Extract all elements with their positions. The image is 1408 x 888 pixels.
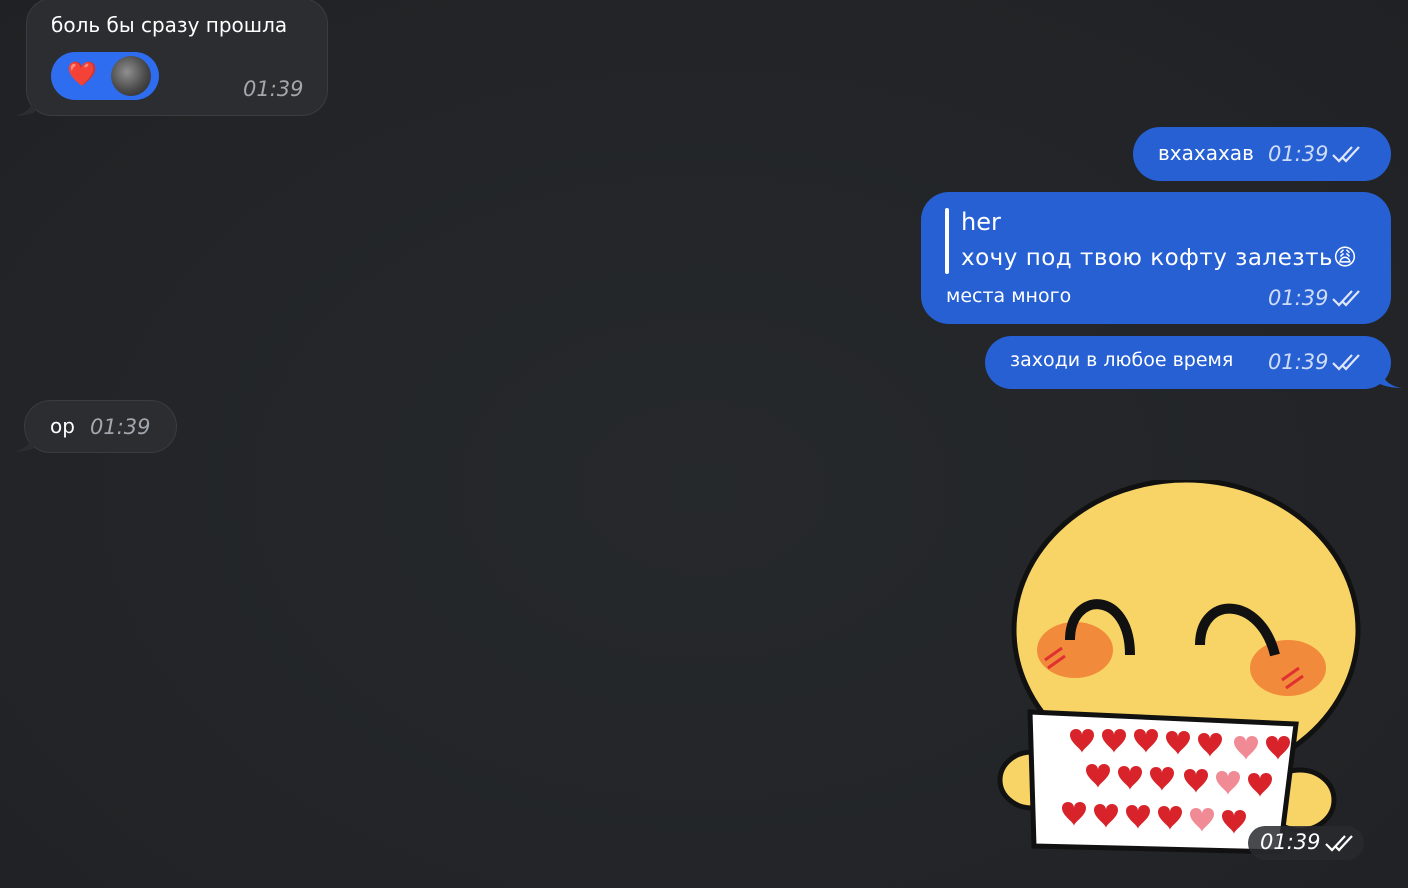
double-check-icon [1332, 290, 1360, 307]
quote-author: her [961, 208, 1001, 236]
message-text: боль бы сразу прошла [51, 13, 288, 37]
heart-reaction-icon: ❤️ [67, 60, 97, 88]
bubble-tail [13, 96, 35, 116]
double-check-icon [1332, 146, 1360, 163]
chat-area: боль бы сразу прошла ❤️ 01:39 вхахахав 0… [0, 0, 1408, 888]
message-text: ор [50, 414, 75, 438]
double-check-icon [1332, 354, 1360, 371]
message-time: 01:39 [1268, 286, 1329, 310]
incoming-message[interactable]: боль бы сразу прошла ❤️ 01:39 [26, 0, 328, 116]
double-check-icon [1325, 835, 1353, 852]
message-text: вхахахав [1158, 141, 1254, 165]
message-time: 01:39 [1268, 142, 1329, 166]
bubble-tail [1380, 368, 1402, 388]
quote-text: хочу под твою кофту залезть😩 [961, 245, 1358, 271]
outgoing-message[interactable]: заходи в любое время 01:39 [985, 336, 1391, 389]
smiley-holding-hearts-sign-sticker-icon [997, 477, 1361, 855]
message-time: 01:39 [90, 415, 151, 439]
reactor-avatar[interactable] [111, 56, 151, 96]
message-time: 01:39 [243, 77, 304, 101]
message-time: 01:39 [1260, 830, 1321, 854]
message-text: места много [946, 285, 1072, 307]
sticker-time-badge: 01:39 [1248, 826, 1364, 860]
outgoing-reply-message[interactable]: her хочу под твою кофту залезть😩 места м… [921, 192, 1391, 324]
message-text: заходи в любое время [1010, 349, 1234, 371]
message-time: 01:39 [1268, 350, 1329, 374]
reply-quote[interactable]: her хочу под твою кофту залезть😩 [961, 206, 1381, 278]
bubble-tail [12, 432, 34, 452]
quote-bar [945, 208, 949, 274]
reaction-pill[interactable]: ❤️ [51, 52, 159, 100]
outgoing-message[interactable]: вхахахав 01:39 [1133, 127, 1391, 181]
incoming-message[interactable]: ор 01:39 [24, 400, 177, 453]
sticker-message[interactable]: 01:39 [990, 477, 1370, 860]
